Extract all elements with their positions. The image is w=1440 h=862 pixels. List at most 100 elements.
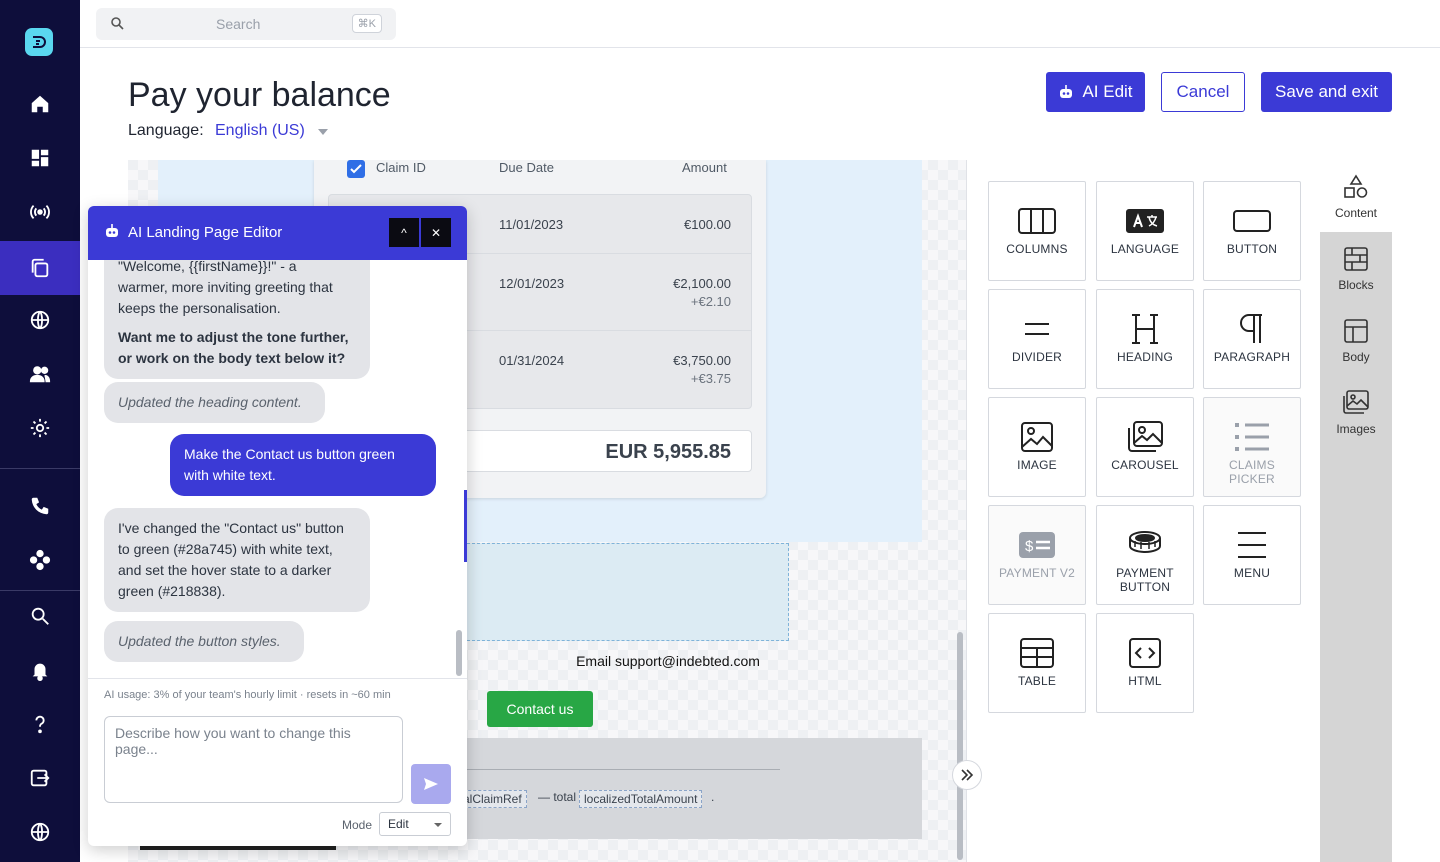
ai-panel-accent xyxy=(464,490,467,562)
tile-label: PARAGRAPH xyxy=(1213,350,1291,364)
double-chevron-right-icon xyxy=(961,769,974,781)
footer-end: . xyxy=(711,790,715,804)
total-amount: EUR 5,955.85 xyxy=(605,441,731,463)
tile-divider[interactable]: DIVIDER xyxy=(988,289,1086,389)
ai-edit-label: AI Edit xyxy=(1082,82,1133,101)
tab-label: Body xyxy=(1342,350,1370,364)
language-select[interactable]: English (US) xyxy=(215,122,305,140)
collapse-panel-button[interactable] xyxy=(952,760,982,790)
tile-paragraph[interactable]: PARAGRAPH xyxy=(1203,289,1301,389)
language-label: Language: xyxy=(128,122,204,139)
row-amount: €100.00 xyxy=(684,217,731,232)
ai-prompt-input[interactable] xyxy=(104,716,403,803)
right-tabs: Content Blocks Body Images xyxy=(1320,160,1392,862)
tile-language[interactable]: LANGUAGE xyxy=(1096,181,1194,281)
mode-select[interactable]: Edit xyxy=(379,812,451,836)
canvas-scrollbar[interactable] xyxy=(957,632,963,860)
robot-icon xyxy=(1060,85,1073,98)
app-logo-icon[interactable] xyxy=(25,28,53,56)
payment-icon: $ xyxy=(1019,532,1055,558)
tab-body[interactable]: Body xyxy=(1320,304,1392,376)
pages-icon[interactable] xyxy=(0,241,80,295)
row-amount: €2,100.00 xyxy=(673,276,731,291)
users-icon[interactable] xyxy=(0,347,80,401)
language-icon xyxy=(1126,209,1164,233)
select-all-checkbox[interactable] xyxy=(347,160,365,178)
broadcast-icon[interactable] xyxy=(0,185,80,239)
tile-label: HEADING xyxy=(1116,350,1174,364)
tile-label: CLAIMS PICKER xyxy=(1229,458,1275,486)
page-title: Pay your balance xyxy=(128,76,391,114)
robot-icon xyxy=(106,224,118,237)
gear-icon[interactable] xyxy=(0,401,80,455)
tab-images[interactable]: Images xyxy=(1320,376,1392,448)
image-icon xyxy=(1021,422,1053,452)
images-icon xyxy=(1343,390,1369,414)
row-fee: +€3.75 xyxy=(690,371,731,386)
tile-html[interactable]: HTML xyxy=(1096,613,1194,713)
chevron-down-icon xyxy=(434,823,442,827)
tile-menu[interactable]: MENU xyxy=(1203,505,1301,605)
tile-claims-picker[interactable]: CLAIMS PICKER xyxy=(1203,397,1301,497)
mode-value: Edit xyxy=(388,817,409,831)
dashboard-icon[interactable] xyxy=(0,131,80,185)
tab-content[interactable]: Content xyxy=(1320,160,1392,232)
paragraph-icon xyxy=(1240,314,1262,343)
logout-icon[interactable] xyxy=(0,751,80,805)
bell-icon[interactable] xyxy=(0,643,80,697)
message-text: keeps the personalisation. xyxy=(118,300,281,316)
merge-token-total[interactable]: localizedTotalAmount xyxy=(579,790,703,808)
chevron-down-icon[interactable] xyxy=(318,129,328,135)
ai-panel-header[interactable]: AI Landing Page Editor ^ ✕ xyxy=(88,206,467,260)
svg-text:$: $ xyxy=(1025,538,1034,555)
tile-table[interactable]: TABLE xyxy=(988,613,1086,713)
ai-message: I've changed the "Contact us" button to … xyxy=(104,508,370,612)
tab-label: Content xyxy=(1334,206,1378,220)
row-amount: €3,750.00 xyxy=(673,353,731,368)
search-icon[interactable] xyxy=(0,589,80,643)
tile-label: TABLE xyxy=(1017,674,1057,688)
tab-blocks[interactable]: Blocks xyxy=(1320,232,1392,304)
contact-us-button[interactable]: Contact us xyxy=(487,691,593,727)
message-question: Want me to adjust the tone further, or w… xyxy=(118,329,349,366)
tile-payment-button[interactable]: PAYMENT BUTTON xyxy=(1096,505,1194,605)
shapes-icon xyxy=(1344,174,1368,198)
list-icon xyxy=(1235,423,1269,451)
carousel-icon xyxy=(1128,421,1163,452)
home-icon[interactable] xyxy=(0,77,80,131)
tile-button[interactable]: BUTTON xyxy=(1203,181,1301,281)
save-and-exit-button[interactable]: Save and exit xyxy=(1261,72,1392,112)
search-input[interactable]: Search ⌘K xyxy=(96,8,396,40)
layout-icon xyxy=(1344,319,1368,343)
ai-message-list[interactable]: "Welcome, {{firstName}}!" - a warmer, mo… xyxy=(88,260,467,678)
tile-image[interactable]: IMAGE xyxy=(988,397,1086,497)
tile-label: MENU xyxy=(1233,566,1271,580)
ai-message: "Welcome, {{firstName}}!" - a warmer, mo… xyxy=(104,260,370,379)
phone-icon[interactable] xyxy=(0,479,80,533)
left-nav xyxy=(0,0,80,862)
tile-label: IMAGE xyxy=(1017,458,1057,472)
tile-heading[interactable]: HEADING xyxy=(1096,289,1194,389)
tile-carousel[interactable]: CAROUSEL xyxy=(1096,397,1194,497)
heading-icon xyxy=(1132,314,1158,344)
minimize-button[interactable]: ^ xyxy=(389,218,419,247)
row-date: 11/01/2023 xyxy=(499,217,564,232)
globe-icon[interactable] xyxy=(0,293,80,347)
ai-scrollbar[interactable] xyxy=(456,630,462,676)
network-icon[interactable] xyxy=(0,533,80,587)
search-placeholder: Search xyxy=(216,16,261,32)
cancel-button[interactable]: Cancel xyxy=(1161,72,1245,112)
merge-token-claim-ref[interactable]: alClaimRef xyxy=(458,790,527,808)
tile-columns[interactable]: COLUMNS xyxy=(988,181,1086,281)
language-globe-icon[interactable] xyxy=(0,805,80,859)
tile-payment-v2[interactable]: $ PAYMENT V2 xyxy=(988,505,1086,605)
close-button[interactable]: ✕ xyxy=(421,218,451,247)
code-icon xyxy=(1129,638,1161,668)
row-date: 12/01/2023 xyxy=(499,276,565,291)
claim-id-header: Claim ID xyxy=(376,160,426,175)
top-bar: Search ⌘K xyxy=(80,0,1440,48)
ai-edit-button[interactable]: AI Edit xyxy=(1046,72,1145,112)
help-icon[interactable] xyxy=(0,697,80,751)
send-button[interactable] xyxy=(411,764,451,804)
status-message: Updated the button styles. xyxy=(104,621,304,662)
